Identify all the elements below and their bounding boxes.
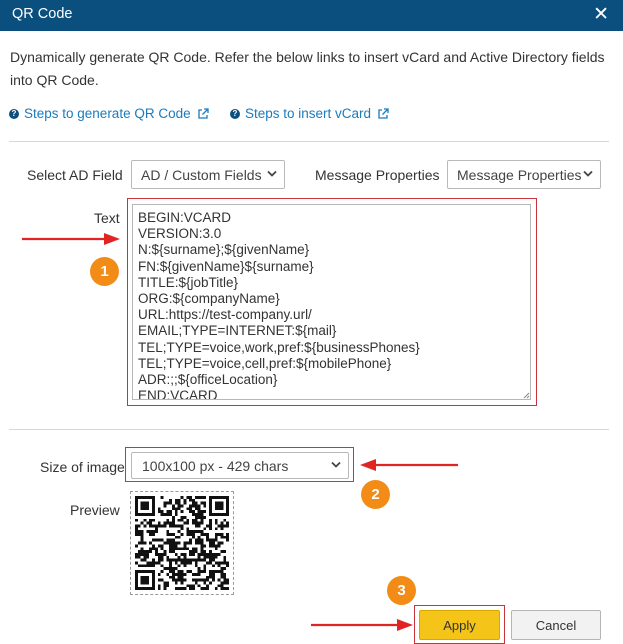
divider — [9, 429, 609, 430]
qr-code-image — [135, 496, 229, 590]
image-size-select[interactable]: 100x100 px - 429 chars — [131, 452, 349, 479]
image-size-select-value: 100x100 px - 429 chars — [142, 457, 289, 474]
message-properties-select[interactable]: Message Properties — [447, 160, 601, 189]
arrow-right-icon — [311, 619, 413, 631]
link-steps-generate-qr-label: Steps to generate QR Code — [24, 106, 191, 121]
dialog-title: QR Code — [12, 6, 73, 22]
step-badge-2: 2 — [361, 480, 390, 509]
question-icon: ? — [230, 108, 240, 119]
question-icon: ? — [9, 108, 19, 119]
dialog-titlebar: QR Code ✕ — [0, 0, 623, 31]
close-icon[interactable]: ✕ — [593, 3, 609, 26]
text-label: Text — [94, 210, 120, 226]
ad-field-select[interactable]: AD / Custom Fields — [131, 160, 285, 189]
link-steps-insert-vcard[interactable]: ? Steps to insert vCard — [230, 106, 389, 121]
chevron-down-icon — [583, 170, 593, 177]
qr-code-preview — [130, 491, 234, 595]
link-steps-insert-vcard-label: Steps to insert vCard — [245, 106, 372, 121]
arrow-left-icon — [360, 459, 458, 471]
message-properties-select-value: Message Properties — [457, 166, 582, 183]
message-properties-label: Message Properties — [315, 167, 440, 183]
size-of-image-label: Size of image — [40, 459, 125, 475]
chevron-down-icon — [267, 170, 277, 177]
chevron-down-icon — [331, 461, 341, 468]
step-badge-1: 1 — [90, 257, 119, 286]
dialog-description: Dynamically generate QR Code. Refer the … — [10, 49, 605, 88]
cancel-button[interactable]: Cancel — [511, 610, 601, 640]
external-link-icon — [378, 107, 389, 119]
external-link-icon — [197, 107, 209, 119]
apply-button[interactable]: Apply — [419, 610, 500, 640]
preview-label: Preview — [70, 502, 120, 518]
ad-field-select-value: AD / Custom Fields — [141, 166, 262, 183]
step-badge-3: 3 — [387, 576, 416, 605]
select-ad-field-label: Select AD Field — [27, 167, 123, 183]
resize-handle-icon[interactable] — [523, 392, 530, 399]
arrow-right-icon — [22, 233, 120, 245]
link-steps-generate-qr[interactable]: ? Steps to generate QR Code — [9, 106, 209, 121]
divider — [9, 141, 609, 142]
vcard-textarea[interactable]: BEGIN:VCARD VERSION:3.0 N:${surname};${g… — [132, 204, 531, 400]
